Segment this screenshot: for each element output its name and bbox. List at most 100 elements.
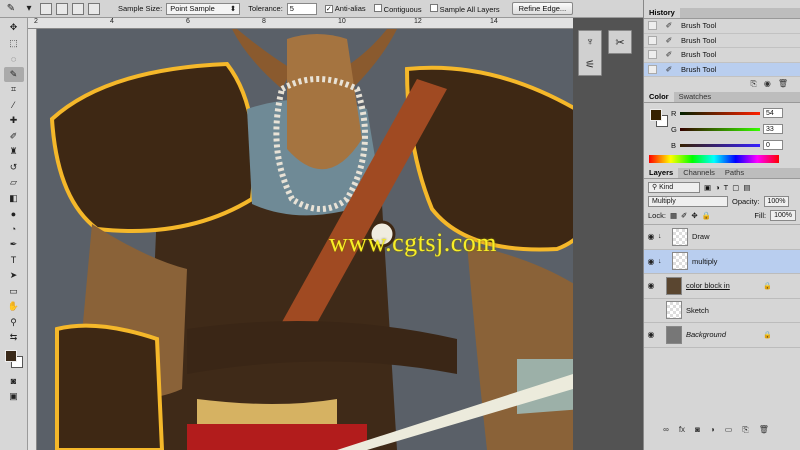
history-item-selected[interactable]: ✐ Brush Tool [644, 62, 800, 77]
history-item[interactable]: ✐ Brush Tool [644, 48, 800, 63]
visibility-toggle-off[interactable] [644, 306, 658, 315]
red-value-input[interactable]: 54 [763, 108, 783, 118]
trash-icon[interactable]: 🗑 [778, 79, 788, 88]
intersect-selection-icon[interactable] [88, 2, 100, 15]
eye-icon[interactable]: ◉ [644, 330, 658, 339]
adjustment-layer-icon[interactable]: ◑ [710, 425, 715, 434]
history-checkbox[interactable] [648, 35, 657, 45]
layer-row-multiply[interactable]: ◉ ↓ multiply [644, 249, 800, 274]
fill-input[interactable]: 100% [770, 210, 796, 221]
camera-icon[interactable]: ◉ [764, 79, 771, 88]
opacity-input[interactable]: 100% [763, 195, 790, 207]
subtract-from-selection-icon[interactable] [72, 2, 84, 15]
layer-row-sketch[interactable]: Sketch [644, 299, 800, 323]
lock-image-icon[interactable]: ✐ [681, 211, 687, 220]
clone-stamp-tool-icon[interactable]: ♜ [4, 144, 24, 160]
new-selection-icon[interactable] [40, 2, 52, 15]
refine-edge-button[interactable]: Refine Edge... [511, 2, 574, 15]
zoom-tool-icon[interactable]: ⚲ [4, 315, 24, 331]
new-layer-icon[interactable]: ⎘ [742, 425, 748, 435]
green-value-input[interactable]: 33 [763, 124, 783, 134]
add-to-selection-icon[interactable] [56, 2, 68, 15]
tab-swatches[interactable]: Swatches [674, 92, 717, 102]
trash-icon[interactable]: 🗑 [759, 425, 769, 434]
quick-selection-tool-icon[interactable]: ✎ [4, 2, 18, 16]
layer-row-color-block-in[interactable]: ◉ color block in 🔒 [644, 274, 800, 299]
lock-transparent-icon[interactable]: ▦ [670, 211, 677, 220]
add-mask-icon[interactable]: ◙ [695, 425, 700, 434]
green-slider[interactable] [680, 127, 760, 131]
foreground-color-swatch[interactable] [4, 349, 17, 362]
color-swatches[interactable] [3, 348, 25, 370]
tab-paths[interactable]: Paths [720, 168, 749, 178]
sample-size-select[interactable]: Point Sample ⬍ [166, 2, 241, 15]
paint-bucket-tool-icon[interactable]: ◧ [4, 191, 24, 207]
red-slider[interactable] [680, 111, 760, 115]
dodge-tool-icon[interactable]: ◔ [4, 222, 24, 238]
filter-kind-select[interactable]: ⚲ Kind [648, 181, 700, 193]
blur-tool-icon[interactable]: ● [4, 206, 24, 222]
screen-mode-icon[interactable]: ▣ [4, 389, 24, 405]
eye-icon[interactable]: ◉ [644, 281, 658, 290]
eye-icon[interactable]: ◉ [644, 232, 658, 241]
filter-smart-object-icon[interactable]: ▤ [743, 183, 750, 192]
checkmark-icon[interactable]: ✓ [324, 5, 333, 13]
hand-tool-icon[interactable]: ✋ [4, 299, 24, 315]
blue-slider[interactable] [680, 143, 760, 147]
move-tool-icon[interactable]: ✥ [4, 20, 24, 36]
history-brush-tool-icon[interactable]: ↺ [4, 160, 24, 176]
blend-mode-select[interactable]: Multiply [648, 195, 728, 207]
marquee-tool-icon[interactable]: ⬚ [4, 36, 24, 52]
sample-all-layers-option[interactable]: Sample All Layers [429, 3, 500, 14]
foreground-color-chip[interactable] [650, 109, 662, 121]
sample-all-layers-checkbox[interactable] [429, 3, 438, 12]
swap-colors-icon[interactable]: ⇆ [4, 330, 24, 346]
history-checkbox[interactable] [648, 21, 657, 31]
type-tool-icon[interactable]: T [4, 253, 24, 269]
eyedropper-tool-icon[interactable]: ⁄ [4, 98, 24, 114]
brush-panel-icon[interactable]: ⚟ [579, 53, 601, 75]
lasso-tool-icon[interactable]: ◌ [4, 51, 24, 67]
history-item[interactable]: ✐ Brush Tool [644, 19, 800, 34]
tab-color[interactable]: Color [644, 92, 674, 102]
history-checkbox[interactable] [648, 64, 657, 74]
crop-tool-icon[interactable]: ⌗ [4, 82, 24, 98]
history-checkbox[interactable] [648, 50, 657, 60]
tab-layers[interactable]: Layers [644, 168, 679, 178]
contiguous-option[interactable]: Contiguous [373, 3, 422, 14]
document-canvas[interactable]: www.cgtsj.com [37, 29, 573, 450]
tolerance-input[interactable]: 5 [286, 2, 317, 15]
new-document-from-state-icon[interactable]: ⎘ [750, 79, 756, 89]
brush-tool-icon[interactable]: ✐ [4, 129, 24, 145]
layer-row-draw[interactable]: ◉ ↓ Draw [644, 225, 800, 250]
tab-channels[interactable]: Channels [678, 168, 720, 178]
brush-presets-icon[interactable]: ♆ [579, 31, 601, 53]
layer-style-icon[interactable]: fx [679, 425, 685, 434]
layer-row-background[interactable]: ◉ Background 🔒 [644, 323, 800, 348]
filter-adjustment-icon[interactable]: ◑ [715, 183, 720, 192]
eye-icon[interactable]: ◉ [644, 257, 658, 266]
quick-mask-icon[interactable]: ◙ [4, 374, 24, 390]
rectangle-tool-icon[interactable]: ▭ [4, 284, 24, 300]
color-spectrum-bar[interactable] [649, 155, 779, 163]
filter-type-icon[interactable]: T [724, 183, 729, 192]
lock-position-icon[interactable]: ✥ [691, 211, 697, 220]
crossed-tools-icon[interactable]: ✂ [609, 31, 631, 53]
link-layers-icon[interactable]: ∞ [663, 425, 669, 434]
new-group-icon[interactable]: ▭ [725, 425, 733, 434]
path-selection-tool-icon[interactable]: ➤ [4, 268, 24, 284]
contiguous-checkbox[interactable] [373, 3, 382, 12]
pen-tool-icon[interactable]: ✒ [4, 237, 24, 253]
tool-preset-dropdown-icon[interactable]: ▾ [22, 2, 36, 16]
quick-selection-tool-icon[interactable]: ✎ [3, 66, 24, 82]
tab-history[interactable]: History [644, 8, 680, 18]
filter-pixel-icon[interactable]: ▣ [704, 183, 711, 192]
lock-all-icon[interactable]: 🔒 [702, 211, 711, 220]
blue-value-input[interactable]: 0 [763, 140, 783, 150]
healing-brush-tool-icon[interactable]: ✚ [4, 113, 24, 129]
eraser-tool-icon[interactable]: ▱ [4, 175, 24, 191]
blue-label: B [671, 140, 677, 150]
history-item[interactable]: ✐ Brush Tool [644, 34, 800, 48]
anti-alias-option[interactable]: ✓ Anti-alias [324, 4, 366, 13]
filter-shape-icon[interactable]: ▢ [732, 183, 739, 192]
